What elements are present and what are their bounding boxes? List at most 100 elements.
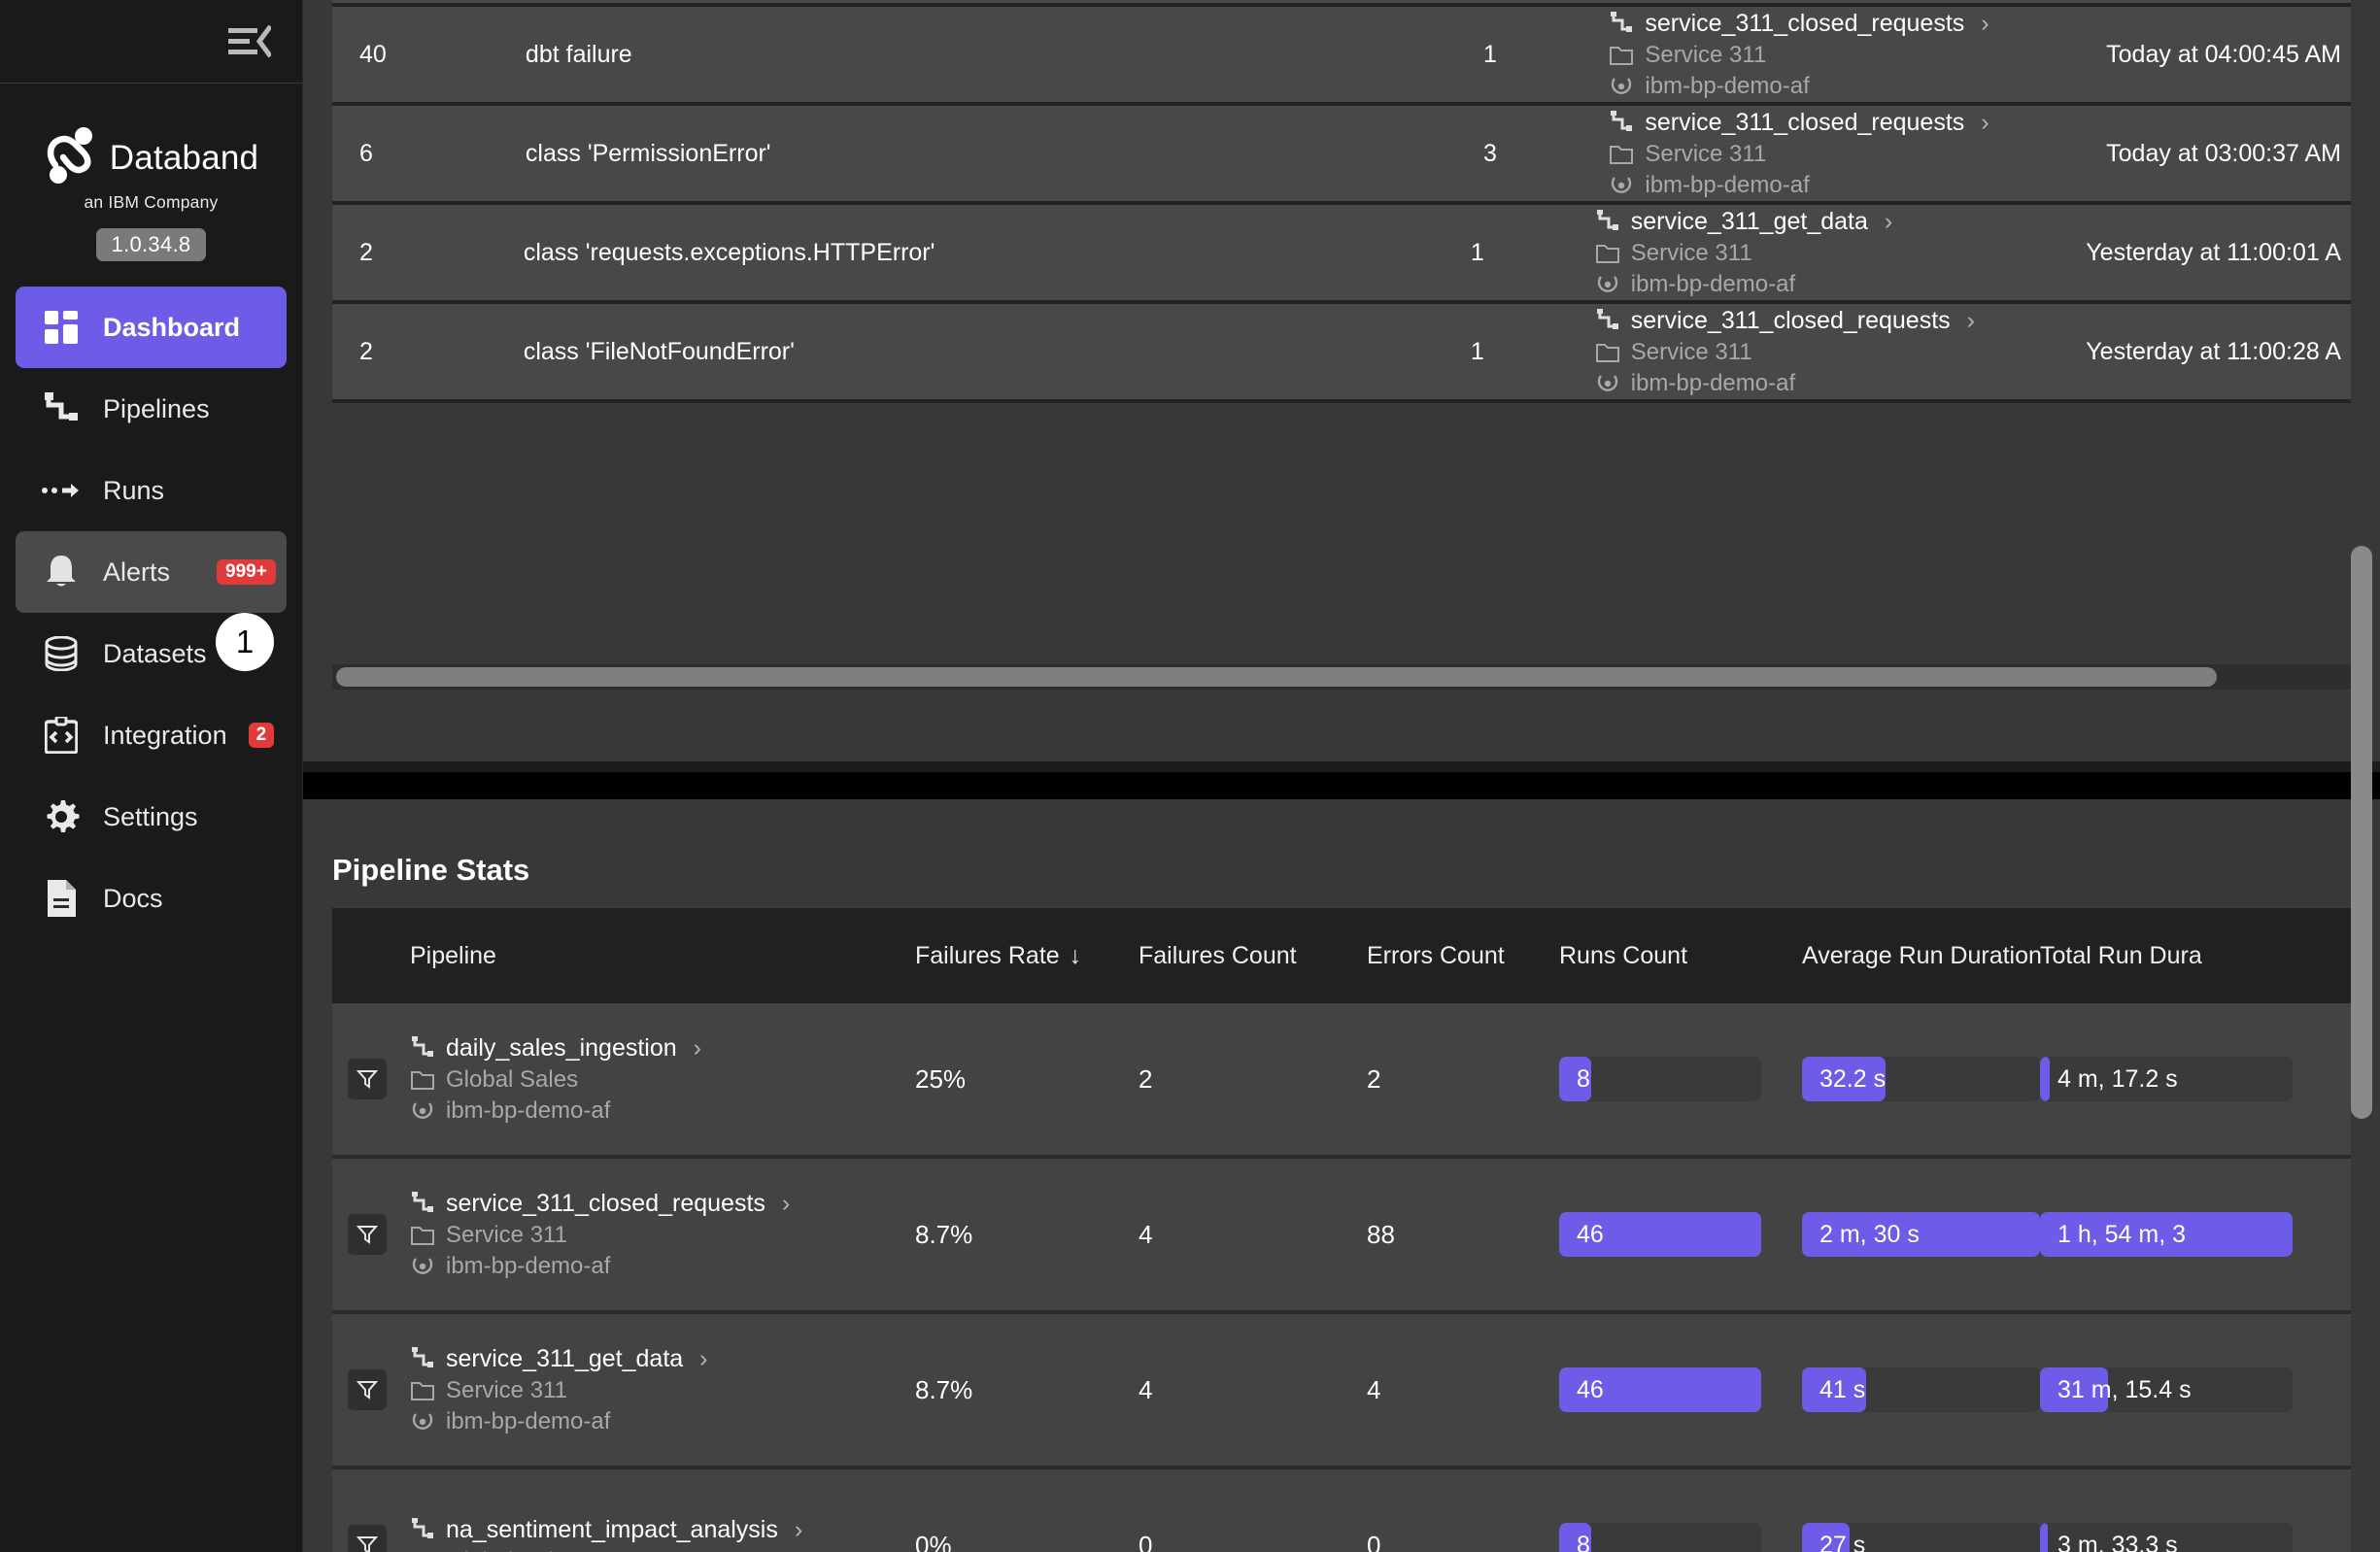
scrollbar-thumb[interactable]: [336, 667, 2217, 687]
pipeline-link[interactable]: service_311_closed_requests ›: [1595, 307, 2087, 335]
runs-count-bar: 46: [1559, 1367, 1761, 1412]
average-run-duration-bar: 27 s: [1802, 1523, 2040, 1552]
failures-count-value: 2: [1139, 1063, 1153, 1094]
column-header-runs-count[interactable]: Runs Count: [1559, 942, 1802, 970]
errors-count-value: 4: [1367, 1374, 1381, 1404]
pipeline-info: service_311_get_data › Service 311 ibm-b…: [391, 1345, 915, 1435]
pipeline-info: na_sentiment_impact_analysis › Global Sa…: [391, 1516, 915, 1552]
table-row[interactable]: daily_sales_ingestion › Global Sales ibm…: [332, 1003, 2351, 1159]
errors-table-horizontal-scrollbar[interactable]: [332, 664, 2351, 690]
pipeline-link[interactable]: service_311_closed_requests ›: [410, 1190, 790, 1218]
project-line: Global Sales: [410, 1548, 802, 1552]
pipeline-link[interactable]: na_sentiment_impact_analysis ›: [410, 1516, 802, 1544]
table-row[interactable]: na_sentiment_impact_analysis › Global Sa…: [332, 1469, 2351, 1552]
sidebar-item-dashboard[interactable]: Dashboard: [16, 287, 287, 368]
sidebar-item-runs[interactable]: Runs: [16, 450, 287, 531]
average-run-duration-bar: 41 s: [1802, 1367, 2040, 1412]
table-row[interactable]: 2 class 'FileNotFoundError' 1 service_31…: [332, 304, 2351, 403]
runs-count-bar: 8: [1559, 1057, 1761, 1101]
collapse-menu-icon[interactable]: [228, 24, 273, 58]
table-row[interactable]: 44 class 'airflow.providers.dbt.cloud.ho…: [332, 0, 2351, 7]
sidebar-item-integration[interactable]: Integration 2: [16, 694, 287, 776]
filter-icon[interactable]: [348, 1369, 387, 1410]
alerts-count-badge: 999+: [217, 558, 276, 586]
column-header-average-run-duration[interactable]: Average Run Duration: [1802, 942, 2042, 970]
pipeline-link[interactable]: service_311_get_data ›: [410, 1345, 708, 1373]
pipelines-icon: [1609, 110, 1634, 135]
average-run-duration-cell: 32.2 s: [1802, 1057, 2040, 1101]
source-name: ibm-bp-demo-af: [446, 1407, 611, 1434]
sidebar-item-label: Runs: [103, 475, 165, 505]
sidebar-item-pipelines[interactable]: Pipelines: [16, 368, 287, 450]
sidebar: Databand an IBM Company 1.0.34.8 Dashboa…: [0, 0, 303, 1552]
sidebar-item-settings[interactable]: Settings: [16, 776, 287, 858]
failures-rate-value: 8.7%: [915, 1374, 973, 1404]
row-filter-cell: [332, 1214, 391, 1255]
runs-icon: [41, 470, 82, 511]
column-header-pipeline[interactable]: Pipeline: [391, 942, 915, 970]
column-header-total-run-duration[interactable]: Total Run Dura: [2040, 942, 2293, 970]
sidebar-item-label: Docs: [103, 883, 163, 913]
pipeline-link[interactable]: daily_sales_ingestion ›: [410, 1034, 701, 1063]
runs-count-cell: 8: [1559, 1057, 1802, 1101]
pipeline-link[interactable]: service_311_closed_requests ›: [1609, 109, 2106, 137]
chevron-right-icon: ›: [794, 1515, 803, 1543]
error-timestamp: Today at 03:00:37 AM: [2106, 139, 2341, 167]
filter-icon[interactable]: [348, 1059, 387, 1099]
column-header-failures-rate[interactable]: Failures Rate ↓: [915, 942, 1139, 970]
sidebar-header: [0, 0, 302, 84]
table-row[interactable]: 40 dbt failure 1 service_311_closed_requ…: [332, 7, 2351, 106]
pipeline-name: service_311_closed_requests: [446, 1189, 765, 1217]
sidebar-item-docs[interactable]: Docs: [16, 858, 287, 939]
folder-icon: [1595, 340, 1620, 365]
table-row[interactable]: service_311_closed_requests › Service 31…: [332, 1159, 2351, 1314]
column-header-failures-count[interactable]: Failures Count: [1139, 942, 1367, 970]
chevron-right-icon: ›: [781, 1189, 791, 1217]
error-timestamp: Yesterday at 11:00:01 A: [2086, 238, 2341, 266]
column-header-errors-count[interactable]: Errors Count: [1367, 942, 1559, 970]
filter-icon[interactable]: [348, 1525, 387, 1552]
filter-icon[interactable]: [348, 1214, 387, 1255]
errors-panel: 44 class 'airflow.providers.dbt.cloud.ho…: [303, 0, 2380, 761]
pipeline-name: service_311_closed_requests: [1630, 306, 1951, 334]
sidebar-item-label: Alerts: [103, 557, 171, 587]
table-row[interactable]: service_311_get_data › Service 311 ibm-b…: [332, 1314, 2351, 1469]
row-filter-cell: [332, 1059, 391, 1099]
project-name: Service 311: [1630, 239, 1752, 266]
source-line: ibm-bp-demo-af: [410, 1097, 701, 1125]
pipeline-name: service_311_closed_requests: [1645, 9, 1965, 37]
page-vertical-scrollbar[interactable]: [2351, 546, 2372, 1119]
average-run-duration-cell: 2 m, 30 s: [1802, 1212, 2040, 1257]
source-line: ibm-bp-demo-af: [410, 1408, 708, 1435]
brand-name: Databand: [109, 138, 259, 177]
runs-count-bar: 46: [1559, 1212, 1761, 1257]
pipeline-name: service_311_closed_requests: [1645, 108, 1965, 136]
error-name: class 'requests.exceptions.HTTPError': [523, 238, 935, 266]
source-name: ibm-bp-demo-af: [446, 1097, 611, 1124]
sidebar-item-label: Pipelines: [103, 393, 210, 423]
pipeline-info: service_311_closed_requests › Service 31…: [1609, 10, 2106, 100]
runs-count-bar: 8: [1559, 1523, 1761, 1552]
pipeline-link[interactable]: service_311_get_data ›: [1595, 208, 2087, 236]
table-row[interactable]: 2 class 'requests.exceptions.HTTPError' …: [332, 205, 2351, 304]
pipelines-icon: [41, 388, 82, 429]
bar-label: 8: [1577, 1064, 1590, 1093]
error-timestamp: Today at 04:00:45 AM: [2106, 40, 2341, 68]
bar-label: 46: [1577, 1220, 1604, 1248]
average-run-duration-bar: 32.2 s: [1802, 1057, 2040, 1101]
table-row[interactable]: 6 class 'PermissionError' 3 service_311_…: [332, 106, 2351, 205]
folder-icon: [410, 1223, 435, 1248]
average-run-duration-cell: 27 s: [1802, 1523, 2040, 1552]
airflow-source-icon: [410, 1254, 435, 1279]
pipelines-icon: [410, 1035, 435, 1061]
sort-desc-icon: ↓: [1069, 941, 1082, 969]
error-count: 2: [359, 238, 373, 266]
gear-icon: [41, 796, 82, 837]
error-name: class 'PermissionError': [525, 139, 771, 167]
total-run-duration-cell: 31 m, 15.4 s: [2040, 1367, 2293, 1412]
pipeline-link[interactable]: service_311_closed_requests ›: [1609, 10, 2106, 38]
average-run-duration-bar: 2 m, 30 s: [1802, 1212, 2040, 1257]
sidebar-item-alerts[interactable]: Alerts 999+ 1: [16, 531, 287, 671]
row-filter-cell: [332, 1369, 391, 1410]
errors-table: 44 class 'airflow.providers.dbt.cloud.ho…: [332, 0, 2351, 403]
